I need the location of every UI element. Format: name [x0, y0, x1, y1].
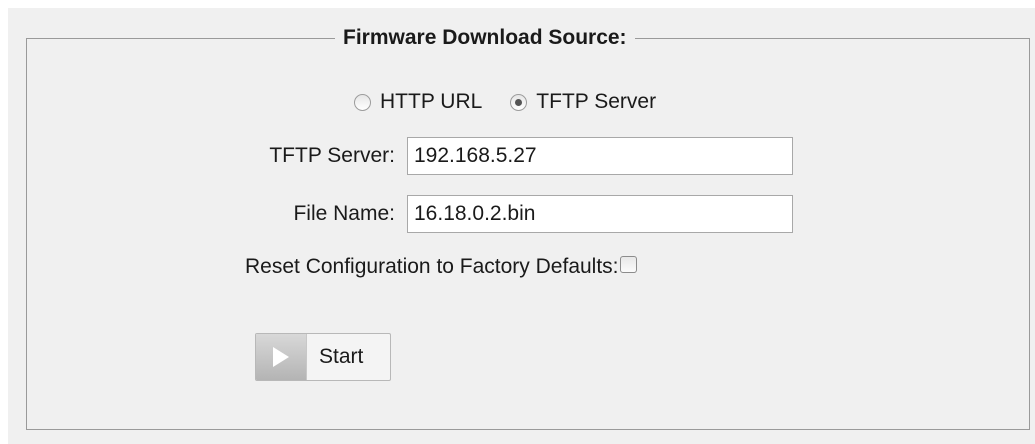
tftp-server-input[interactable] — [407, 137, 793, 175]
tftp-server-option: TFTP Server — [510, 90, 656, 114]
file-name-input[interactable] — [407, 195, 793, 233]
play-icon — [256, 334, 307, 380]
reset-defaults-label: Reset Configuration to Factory Defaults: — [245, 255, 619, 278]
http-url-radio[interactable] — [354, 93, 371, 111]
file-name-row: File Name: — [245, 195, 793, 233]
fieldset-legend: Firmware Download Source: — [335, 24, 635, 52]
tftp-server-radio-label[interactable]: TFTP Server — [536, 90, 656, 114]
start-button[interactable]: Start — [255, 333, 391, 381]
file-name-label: File Name: — [293, 202, 395, 225]
start-button-label: Start — [319, 345, 364, 368]
reset-defaults-row: Reset Configuration to Factory Defaults: — [245, 253, 637, 281]
reset-defaults-checkbox[interactable] — [619, 255, 637, 273]
tftp-server-row: TFTP Server: — [245, 137, 793, 175]
download-source-radio-group: HTTP URL TFTP Server — [354, 88, 656, 116]
tftp-server-radio[interactable] — [510, 93, 528, 111]
firmware-download-page: Firmware Download Source: HTTP URL TFTP … — [0, 0, 1035, 444]
tftp-server-label: TFTP Server: — [269, 144, 395, 167]
http-url-radio-label[interactable]: HTTP URL — [380, 90, 482, 114]
